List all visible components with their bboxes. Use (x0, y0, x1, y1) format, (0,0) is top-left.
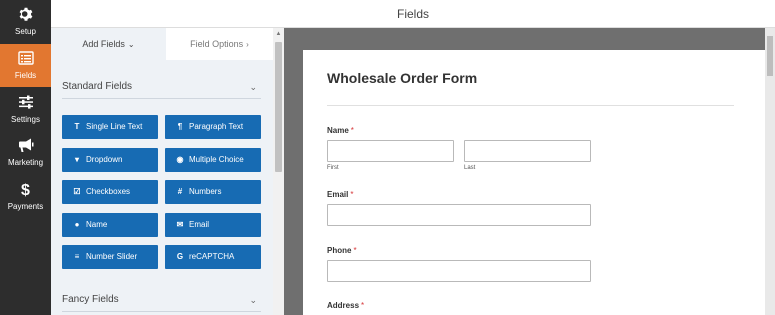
panel-scrollbar[interactable]: ▲ (273, 28, 284, 315)
field-button-number-slider[interactable]: ≡ Number Slider (62, 245, 158, 269)
nav-marketing-label: Marketing (7, 158, 44, 167)
field-button-recaptcha[interactable]: GreCAPTCHA (165, 245, 261, 269)
field-button-dropdown[interactable]: ▾ Dropdown (62, 148, 158, 172)
tab-field-options-label: Field Options (190, 39, 244, 49)
first-sublabel: First (327, 165, 339, 171)
megaphone-icon (0, 137, 51, 157)
field-address-label: Address * (327, 301, 364, 310)
field-button-label: Checkboxes (86, 187, 131, 196)
page-title: Fields (396, 7, 429, 21)
field-button-name[interactable]: ● Name (62, 213, 158, 237)
section-fancy-label: Fancy Fields (62, 294, 119, 305)
field-button-label: Dropdown (86, 155, 123, 164)
address-label-text: Address (327, 301, 360, 310)
nav-marketing[interactable]: Marketing (0, 131, 51, 174)
sliders-icon (0, 94, 51, 114)
fields-panel: Add Fields ⌄ Field Options › Standard Fiel… (51, 28, 284, 315)
nav-fields[interactable]: Fields (0, 44, 51, 87)
nav-setup-label: Setup (15, 27, 36, 36)
email-input[interactable] (327, 204, 591, 226)
slider-icon: ≡ (74, 252, 80, 261)
email-label-text: Email (327, 190, 349, 199)
name-first-input[interactable] (327, 140, 454, 162)
field-button-single-line-text[interactable]: T Single Line Text (62, 115, 158, 139)
required-mark: * (350, 190, 354, 199)
phone-input[interactable] (327, 260, 591, 282)
field-button-paragraph-text[interactable]: ¶ Paragraph Text (165, 115, 261, 139)
envelope-icon: ✉ (176, 220, 184, 229)
field-button-checkboxes[interactable]: ☑ Checkboxes (62, 180, 158, 204)
field-phone-label: Phone * (327, 246, 357, 255)
field-button-label: Name (86, 220, 108, 229)
nav-fields-label: Fields (14, 71, 37, 80)
name-label-text: Name (327, 126, 349, 135)
fields-list-icon (0, 50, 51, 70)
checkbox-icon: ☑ (73, 187, 81, 196)
field-button-label: reCAPTCHA (189, 252, 235, 261)
name-last-input[interactable] (464, 140, 591, 162)
field-email-label: Email * (327, 190, 353, 199)
paragraph-icon: ¶ (177, 122, 183, 131)
hash-icon: # (177, 187, 183, 196)
dropdown-icon: ▾ (74, 155, 79, 164)
tab-add-fields-label: Add Fields (82, 39, 125, 49)
tab-add-fields[interactable]: Add Fields ⌄ (51, 28, 166, 60)
field-button-label: Numbers (189, 187, 222, 196)
nav-setup[interactable]: Setup (0, 0, 51, 43)
user-icon: ● (74, 220, 80, 229)
form-title: Wholesale Order Form (327, 70, 478, 86)
section-standard-label: Standard Fields (62, 81, 133, 92)
form-title-divider (327, 105, 734, 106)
field-button-numbers[interactable]: # Numbers (165, 180, 261, 204)
recaptcha-icon: G (176, 252, 184, 261)
text-icon: T (74, 122, 80, 131)
last-sublabel: Last (464, 165, 476, 171)
nav-payments-label: Payments (7, 202, 44, 211)
section-standard-fields[interactable]: Standard Fields ⌄ (62, 75, 261, 99)
section-fancy-fields[interactable]: Fancy Fields ⌄ (62, 288, 261, 312)
required-mark: * (361, 301, 365, 310)
chevron-right-icon: › (246, 40, 249, 49)
field-button-label: Multiple Choice (189, 155, 244, 164)
radio-icon: ◉ (176, 155, 184, 164)
field-name-label: Name * (327, 126, 354, 135)
phone-label-text: Phone (327, 246, 352, 255)
preview-scrollbar[interactable] (765, 28, 775, 315)
panel-tabs: Add Fields ⌄ Field Options › (51, 28, 273, 60)
chevron-down-icon: ⌄ (127, 40, 135, 49)
field-button-label: Paragraph Text (189, 122, 244, 131)
gear-icon (0, 6, 51, 26)
nav-settings[interactable]: Settings (0, 88, 51, 131)
field-button-email[interactable]: ✉ Email (165, 213, 261, 237)
required-mark: * (353, 246, 357, 255)
preview-scrollbar-thumb[interactable] (767, 36, 773, 76)
field-button-label: Number Slider (86, 252, 138, 261)
tab-field-options[interactable]: Field Options › (166, 28, 273, 60)
scroll-up-arrow-icon[interactable]: ▲ (275, 30, 282, 38)
nav-settings-label: Settings (11, 115, 40, 124)
chevron-down-icon: ⌄ (249, 295, 257, 305)
required-mark: * (350, 126, 354, 135)
left-nav: Setup Fields Settings Marketing $ Paymen… (0, 0, 51, 315)
field-button-label: Single Line Text (86, 122, 143, 131)
field-button-multiple-choice[interactable]: ◉ Multiple Choice (165, 148, 261, 172)
top-bar: Fields (51, 0, 775, 28)
chevron-down-icon: ⌄ (249, 82, 257, 92)
field-button-label: Email (189, 220, 210, 229)
scrollbar-thumb[interactable] (275, 42, 282, 172)
dollar-icon: $ (21, 182, 30, 199)
nav-payments[interactable]: $ Payments (0, 175, 51, 218)
